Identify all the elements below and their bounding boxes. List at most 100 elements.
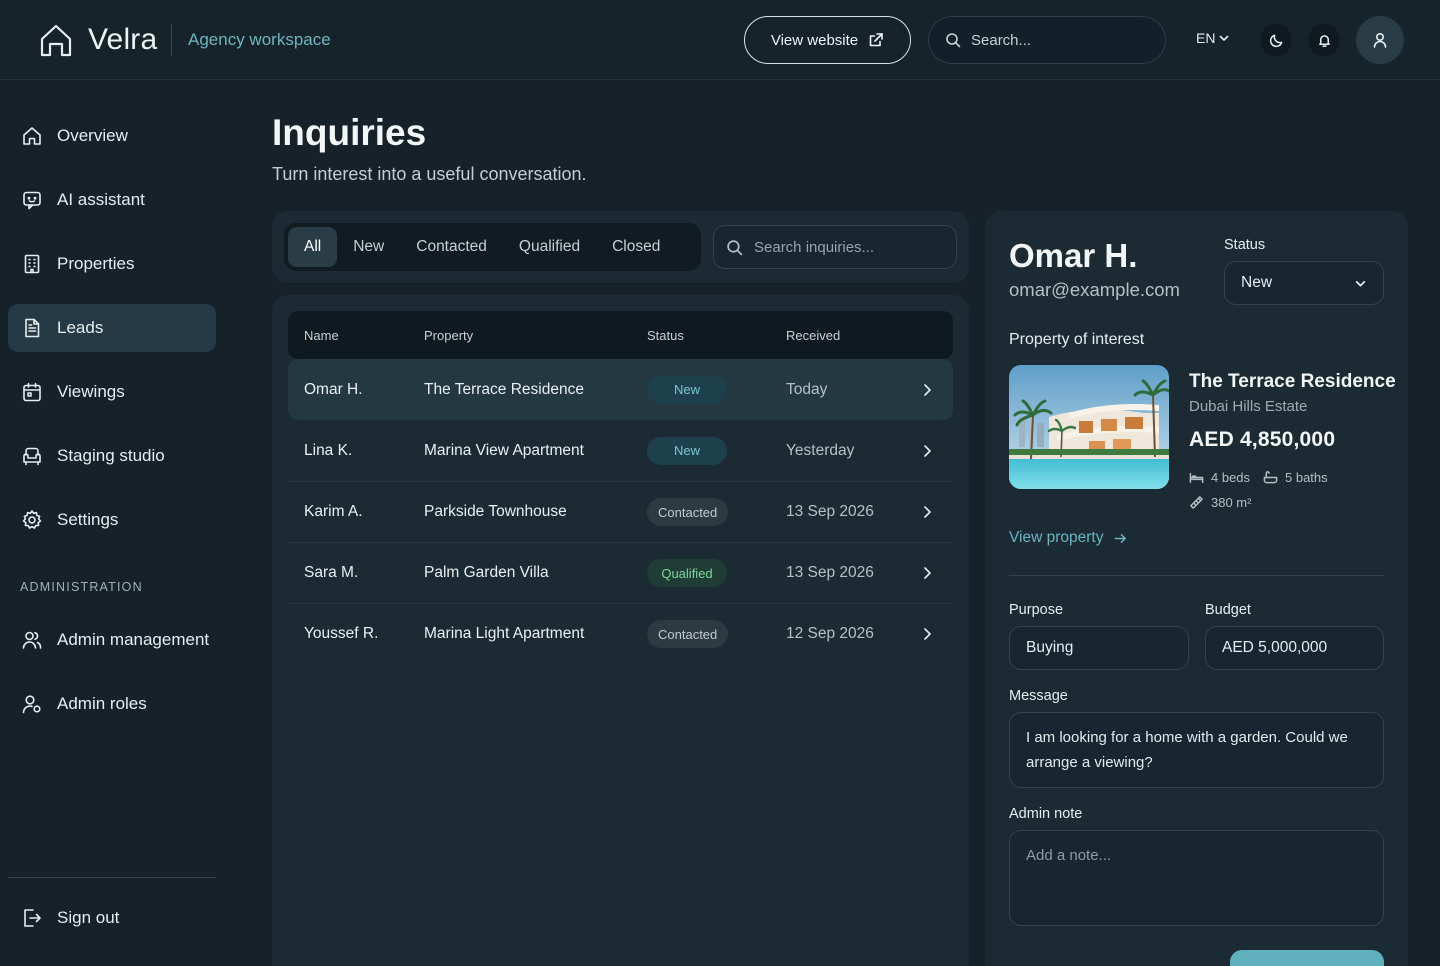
notifications-button[interactable] [1308, 24, 1340, 56]
sidebar-item-admin-roles[interactable]: Admin roles [8, 680, 216, 728]
sidebar-item-label: Settings [57, 510, 119, 529]
purpose-field[interactable]: Buying [1009, 626, 1189, 670]
tab-all[interactable]: All [288, 227, 338, 267]
tab-new[interactable]: New [337, 227, 400, 267]
budget-field[interactable]: AED 5,000,000 [1205, 626, 1384, 670]
status-tabs: All New Contacted Qualified Closed [284, 223, 701, 271]
property-area-label: 380 m² [1211, 495, 1252, 510]
contact-name: Omar H. [1009, 237, 1138, 274]
logo-house-icon[interactable] [38, 22, 74, 58]
view-property-link[interactable]: View property [1009, 529, 1128, 547]
sign-out-label: Sign out [57, 908, 120, 927]
home-icon [23, 127, 41, 145]
admin-note-label: Admin note [1009, 806, 1083, 822]
admin-note-textarea[interactable]: Add a note... [1009, 830, 1384, 926]
chat-bot-icon [23, 191, 41, 210]
sidebar-item-label: AI assistant [57, 190, 145, 209]
property-baths-label: 5 baths [1285, 470, 1328, 485]
row-received: 12 Sep 2026 [786, 625, 874, 642]
sidebar-item-viewings[interactable]: Viewings [8, 368, 216, 416]
property-beds-label: 4 beds [1211, 470, 1251, 485]
sidebar-item-settings[interactable]: Settings [8, 496, 216, 544]
workspace-label: Agency workspace [188, 30, 331, 49]
search-icon [946, 33, 961, 48]
property-of-interest-label: Property of interest [1009, 331, 1145, 348]
property-location: Dubai Hills Estate [1189, 398, 1308, 415]
row-received: Yesterday [786, 441, 855, 459]
global-search-input[interactable]: Search... [928, 16, 1166, 64]
save-button[interactable] [1230, 950, 1384, 966]
user-avatar-button[interactable] [1356, 16, 1404, 64]
row-name: Omar H. [304, 380, 363, 398]
search-icon [727, 239, 743, 255]
chevron-right-icon[interactable] [919, 504, 935, 520]
tab-qualified[interactable]: Qualified [503, 227, 596, 267]
purpose-label: Purpose [1009, 602, 1064, 618]
property-image[interactable] [1009, 365, 1169, 489]
ruler-icon [1190, 496, 1203, 509]
column-header-property[interactable]: Property [424, 328, 473, 343]
chevron-down-icon [1355, 280, 1366, 287]
view-website-label: View website [770, 31, 859, 49]
sidebar-item-staging-studio[interactable]: Staging studio [8, 432, 216, 480]
status-select-value: New [1241, 274, 1273, 291]
sidebar-item-label: Leads [57, 318, 104, 337]
arrow-right-icon [1115, 533, 1127, 543]
table-row[interactable]: Sara M. Palm Garden Villa Qualified 13 S… [288, 542, 953, 603]
column-header-received[interactable]: Received [786, 328, 840, 343]
column-header-status[interactable]: Status [647, 328, 684, 343]
column-header-name[interactable]: Name [304, 328, 339, 343]
global-search-placeholder: Search... [971, 31, 1032, 49]
chevron-right-icon[interactable] [919, 382, 935, 398]
document-icon [25, 318, 40, 338]
external-link-icon [869, 33, 883, 47]
row-name: Karim A. [304, 503, 363, 520]
page-subtitle: Turn interest into a useful conversation… [272, 164, 587, 184]
sidebar-item-leads[interactable]: Leads [8, 304, 216, 352]
language-selector[interactable]: EN [1196, 30, 1230, 46]
view-property-label: View property [1009, 529, 1104, 546]
sign-out-button[interactable]: Sign out [8, 894, 216, 942]
view-website-button[interactable]: View website [744, 16, 911, 64]
inquiries-search-input[interactable]: Search inquiries... [713, 225, 957, 269]
chevron-right-icon[interactable] [919, 443, 935, 459]
tab-closed[interactable]: Closed [596, 227, 676, 267]
language-value: EN [1196, 30, 1216, 46]
status-select[interactable]: New [1224, 261, 1384, 305]
sidebar-item-label: Viewings [57, 382, 125, 401]
message-label: Message [1009, 688, 1068, 704]
sidebar-item-ai-assistant[interactable]: AI assistant [8, 176, 216, 224]
status-badge: New [647, 375, 727, 404]
sidebar-item-label: Overview [57, 126, 128, 145]
sidebar-item-properties[interactable]: Properties [8, 240, 216, 288]
chevron-right-icon[interactable] [919, 626, 935, 642]
budget-label: Budget [1205, 602, 1251, 618]
sidebar-item-admin-management[interactable]: Admin management [8, 616, 216, 664]
chevron-right-icon[interactable] [919, 565, 935, 581]
row-received: 13 Sep 2026 [786, 503, 874, 520]
sidebar-item-label: Properties [57, 254, 135, 273]
users-icon [22, 631, 42, 649]
row-name: Lina K. [304, 441, 353, 459]
property-title: The Terrace Residence [1189, 371, 1396, 392]
sidebar-item-overview[interactable]: Overview [8, 112, 216, 160]
detail-divider [1009, 575, 1384, 576]
property-baths: 5 baths [1263, 470, 1328, 485]
chevron-down-icon [1220, 35, 1229, 41]
villa-photo-illustration [1009, 365, 1169, 489]
calendar-icon [23, 382, 41, 402]
property-beds: 4 beds [1189, 470, 1250, 485]
brand-name[interactable]: Velra [88, 22, 157, 58]
table-row[interactable]: Omar H. The Terrace Residence New Today [288, 359, 953, 420]
table-row[interactable]: Karim A. Parkside Townhouse Contacted 13… [288, 481, 953, 542]
inquiries-search-placeholder: Search inquiries... [754, 238, 875, 256]
table-row[interactable]: Youssef R. Marina Light Apartment Contac… [288, 603, 953, 664]
tab-contacted[interactable]: Contacted [400, 227, 503, 267]
message-field[interactable]: I am looking for a home with a garden. C… [1009, 712, 1384, 788]
row-name: Sara M. [304, 564, 359, 581]
table-row[interactable]: Lina K. Marina View Apartment New Yester… [288, 420, 953, 481]
theme-toggle-button[interactable] [1260, 24, 1292, 56]
user-role-icon [22, 695, 41, 714]
contact-email[interactable]: omar@example.com [1009, 278, 1180, 302]
property-area: 380 m² [1189, 495, 1251, 510]
